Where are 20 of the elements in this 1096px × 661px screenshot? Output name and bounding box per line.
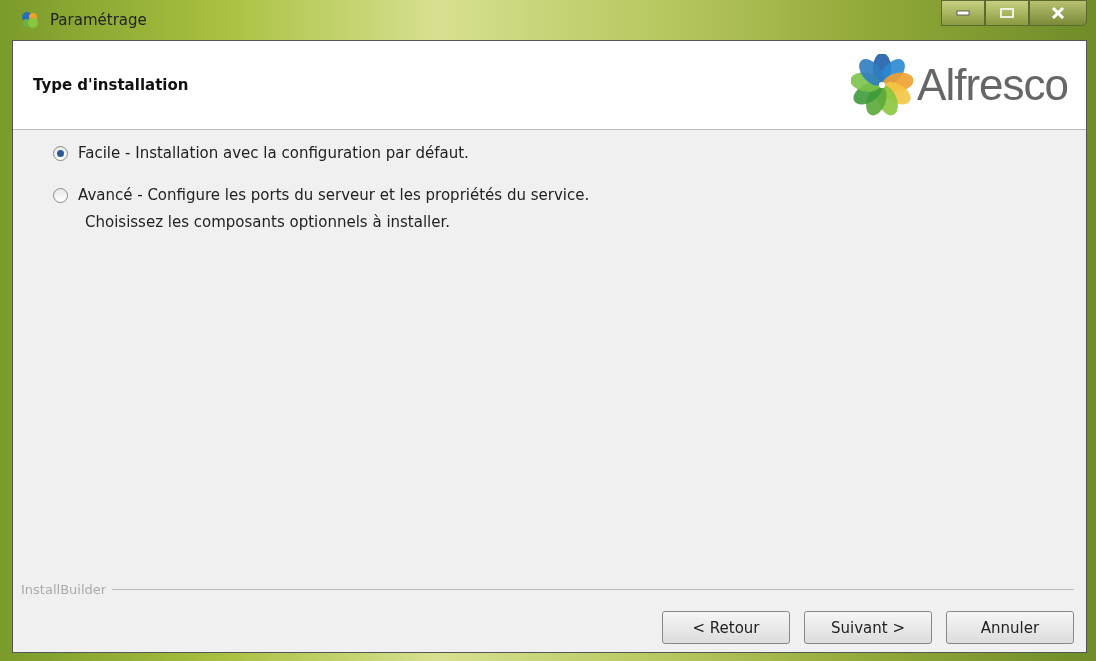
option-description: Choisissez les composants optionnels à installer. [84,213,452,231]
close-icon [1051,7,1065,19]
close-button[interactable] [1029,0,1087,26]
option-label[interactable]: Avancé - Configure les ports du serveur et les propriétés du service. [78,186,590,204]
page-title: Type d'installation [33,76,189,94]
window-title: Paramétrage [50,11,147,29]
dialog-button[interactable]: Suivant > [804,611,932,644]
maximize-button[interactable] [985,0,1029,26]
app-icon [20,10,40,30]
flower-logo-icon [851,54,914,116]
maximize-icon [1000,8,1014,18]
minimize-button[interactable] [941,0,985,26]
dialog-button[interactable]: Annuler [946,611,1074,644]
dialog-button[interactable]: < Retour [662,611,790,644]
radio-button[interactable] [53,187,68,203]
option-label[interactable]: Facile - Installation avec la configuration par défaut. [78,144,469,162]
minimize-icon [956,10,970,16]
radio-button[interactable] [53,145,68,161]
logo-text: Alfresco [917,60,1068,110]
installer-brand: InstallBuilder [21,582,107,597]
